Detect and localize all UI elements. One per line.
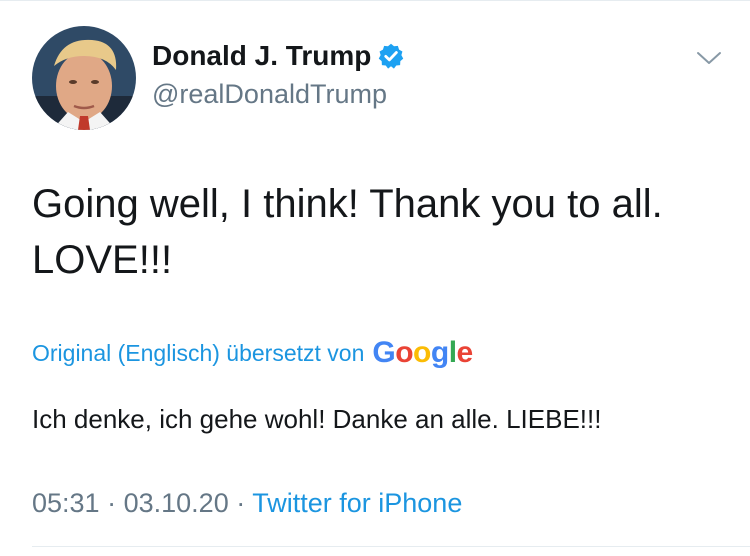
google-logo-letter: l (448, 336, 457, 369)
tweet-text: Going well, I think! Thank you to all. L… (32, 176, 722, 288)
translated-text: Ich denke, ich gehe wohl! Danke an alle.… (32, 404, 602, 434)
avatar-image (32, 26, 136, 130)
chevron-down-icon[interactable] (694, 46, 724, 70)
top-divider (0, 0, 750, 1)
google-logo: Google (372, 336, 474, 370)
tweet-time[interactable]: 05:31 (32, 488, 100, 518)
display-name-text: Donald J. Trump (152, 40, 372, 71)
tweet-date[interactable]: 03.10.20 (124, 488, 229, 518)
bottom-divider (32, 546, 750, 547)
tweet-source-link[interactable]: Twitter for iPhone (252, 488, 462, 518)
tweet-text-line: Going well, I think! Thank you to all. (32, 182, 663, 226)
tweet-meta: 05:31 · 03.10.20 · Twitter for iPhone (32, 488, 462, 519)
google-logo-letter: o (413, 336, 431, 369)
google-logo-letter: o (395, 336, 414, 369)
meta-separator: · (236, 488, 246, 518)
display-name[interactable]: Donald J. Trump (152, 40, 405, 72)
google-logo-letter: G (372, 336, 396, 369)
verified-badge-icon (377, 42, 405, 70)
avatar[interactable] (32, 26, 136, 130)
user-handle[interactable]: @realDonaldTrump (152, 79, 387, 110)
tweet-text-line: LOVE!!! (32, 238, 173, 282)
google-logo-letter: e (456, 336, 474, 369)
translation-label: Original (Englisch) übersetzt von (32, 339, 365, 366)
google-logo-letter: g (430, 336, 449, 369)
translation-attribution[interactable]: Original (Englisch) übersetzt von Google (32, 336, 473, 370)
meta-separator: · (107, 488, 117, 518)
